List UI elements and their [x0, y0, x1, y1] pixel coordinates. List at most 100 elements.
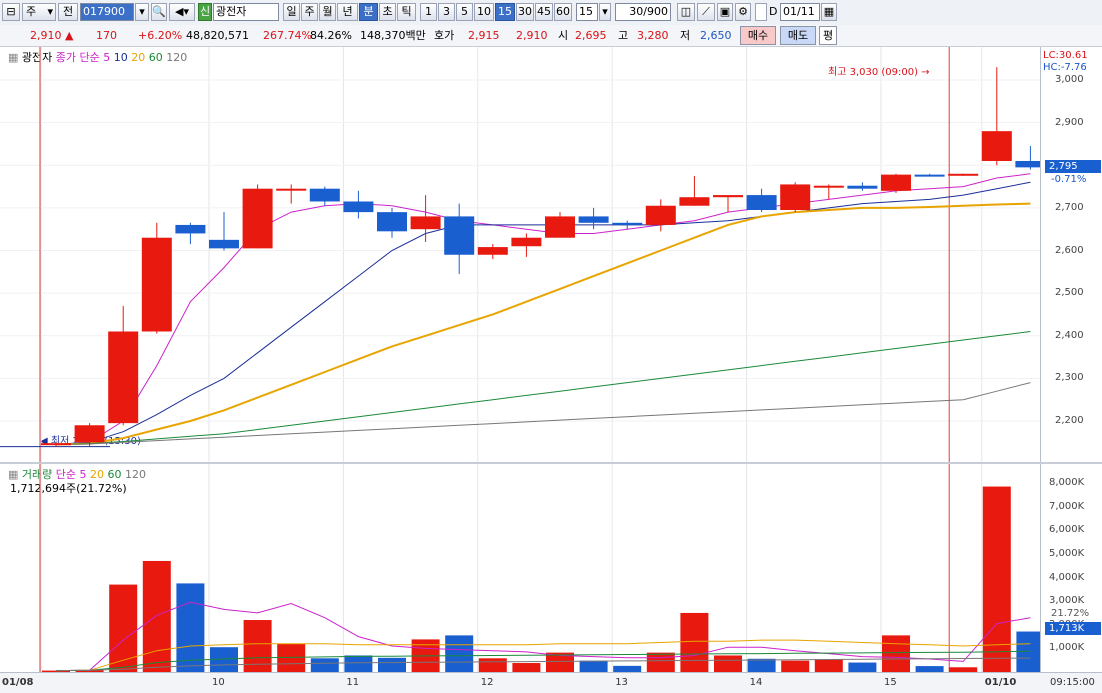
- volume-bar: [512, 663, 541, 672]
- price-tick-label: 2,600: [1055, 244, 1084, 256]
- tab-year[interactable]: 년: [337, 3, 358, 21]
- price-tick-label: 2,500: [1055, 287, 1084, 299]
- prev-button[interactable]: 전: [58, 3, 78, 21]
- cursor-time: 09:15:00: [1050, 677, 1095, 688]
- volume-bar: [142, 560, 171, 672]
- candle-body: [645, 205, 676, 225]
- data-count-field[interactable]: 30/900: [615, 3, 671, 21]
- line-draw-icon[interactable]: ⟋: [697, 3, 715, 21]
- volume-bar: [378, 657, 406, 672]
- tab-15min[interactable]: 15: [495, 3, 515, 21]
- price-chart-svg: [0, 47, 1046, 462]
- volume-bar: [882, 635, 910, 672]
- search-icon[interactable]: 🔍: [151, 3, 167, 21]
- time-tick-label: 01/08: [2, 677, 34, 688]
- tab-60min[interactable]: 60: [554, 3, 572, 21]
- quote-bar: 2,910 ▲ 170 +6.20% 48,820,571 267.74% 84…: [0, 25, 1102, 47]
- candle-body: [444, 216, 475, 255]
- change-percent: +6.20%: [138, 29, 183, 42]
- buy-button[interactable]: 매수: [740, 26, 776, 45]
- tab-10min[interactable]: 10: [474, 3, 494, 21]
- candle-type-icon[interactable]: ◫: [677, 3, 695, 21]
- price-change: 170: [96, 29, 117, 42]
- tab-week[interactable]: 주: [301, 3, 318, 21]
- volume-bar: [109, 584, 138, 672]
- time-tick-label: 15: [884, 677, 897, 688]
- turnover-ratio: 84.26%: [310, 29, 352, 42]
- hoga-label: 호가: [434, 29, 455, 42]
- time-axis[interactable]: 01/08 10 11 12 13 14 15 01/10 09:15:00: [0, 672, 1102, 693]
- candle-body: [276, 188, 307, 191]
- open-price: 2,695: [575, 29, 607, 42]
- tab-day[interactable]: 일: [283, 3, 300, 21]
- window-icon[interactable]: ⊟: [2, 3, 20, 21]
- price-axis: LC:30.61 HC:-7.76 3,0002,9002,8002,7002,…: [1040, 47, 1102, 462]
- time-tick-label: 12: [480, 677, 494, 688]
- calendar-icon[interactable]: ▦: [821, 3, 837, 21]
- code-dropdown-icon[interactable]: ▾: [135, 3, 149, 21]
- tab-45min[interactable]: 45: [535, 3, 553, 21]
- volume-value: 48,820,571: [186, 29, 249, 42]
- high-label: 고: [618, 29, 629, 42]
- volume-bar: [646, 652, 675, 672]
- candle-body: [578, 216, 609, 223]
- date-checkbox[interactable]: [755, 3, 767, 21]
- eval-button[interactable]: 평: [819, 26, 837, 45]
- tab-minute[interactable]: 분: [359, 3, 378, 21]
- hc-label: HC:-7.76: [1043, 62, 1087, 73]
- volume-bar: [445, 635, 474, 672]
- chevron-down-icon: ▾: [47, 5, 53, 18]
- candle-body: [511, 237, 542, 247]
- bid-price: 2,910: [516, 29, 548, 42]
- tab-30min[interactable]: 30: [516, 3, 534, 21]
- tab-1min[interactable]: 1: [420, 3, 437, 21]
- up-arrow-icon: ▲: [65, 29, 74, 42]
- gear-icon[interactable]: ⚙: [735, 3, 751, 21]
- stock-name-field[interactable]: 광전자: [213, 3, 279, 21]
- price-tick-label: 2,200: [1055, 415, 1084, 426]
- candle-body: [847, 185, 878, 189]
- candle-body: [175, 224, 206, 234]
- price-tick-label: 2,400: [1055, 329, 1084, 341]
- candle-body: [746, 195, 777, 211]
- volume-bar: [714, 655, 742, 672]
- ask-price: 2,915: [468, 29, 500, 42]
- candle-body: [914, 174, 945, 177]
- chart-toolbar: ⊟ 주 ▾ 전 017900 ▾ 🔍 ◀▾ 신 광전자 일 주 월 년 분 초 틱…: [0, 0, 1102, 26]
- tab-tick[interactable]: 틱: [397, 3, 416, 21]
- volume-tick-label: 7,000K: [1049, 500, 1085, 512]
- volume-ratio: 267.74%: [263, 29, 312, 42]
- count-value: 30: [629, 5, 644, 18]
- stock-code-input[interactable]: 017900: [80, 3, 134, 21]
- candle-body: [242, 188, 273, 249]
- minute-dropdown-icon[interactable]: ▾: [599, 3, 611, 21]
- market-type-value: 주: [26, 5, 37, 18]
- candle-body: [881, 174, 911, 191]
- candle-body: [679, 197, 710, 206]
- tab-5min[interactable]: 5: [456, 3, 473, 21]
- tab-3min[interactable]: 3: [438, 3, 455, 21]
- date-check-label: D: [769, 5, 778, 18]
- tab-second[interactable]: 초: [379, 3, 396, 21]
- volume-bar: [579, 660, 608, 672]
- volume-axis: 8,000K7,000K6,000K5,000K4,000K3,000K2,00…: [1040, 464, 1102, 672]
- tab-month[interactable]: 월: [319, 3, 336, 21]
- date-input[interactable]: 01/11: [780, 3, 820, 21]
- volume-bar: [344, 655, 373, 672]
- volume-tick-label: 1,000K: [1049, 642, 1085, 654]
- high-price: 3,280: [637, 29, 669, 42]
- volume-bar: [478, 658, 507, 672]
- volume-chart-svg: [39, 464, 1045, 672]
- save-icon[interactable]: ▣: [717, 3, 733, 21]
- speaker-icon[interactable]: ◀▾: [169, 3, 195, 21]
- low-price: 2,650: [700, 29, 732, 42]
- candle-body: [309, 188, 340, 202]
- candle-body: [813, 185, 844, 188]
- sell-button[interactable]: 매도: [780, 26, 816, 45]
- candle-body: [612, 222, 643, 225]
- minute-select[interactable]: 15: [576, 3, 598, 21]
- candle-body: [948, 173, 979, 176]
- market-type-select[interactable]: 주 ▾: [22, 3, 56, 21]
- price-tick-label: 3,000: [1055, 74, 1084, 85]
- volume-tick-label: 8,000K: [1049, 477, 1085, 488]
